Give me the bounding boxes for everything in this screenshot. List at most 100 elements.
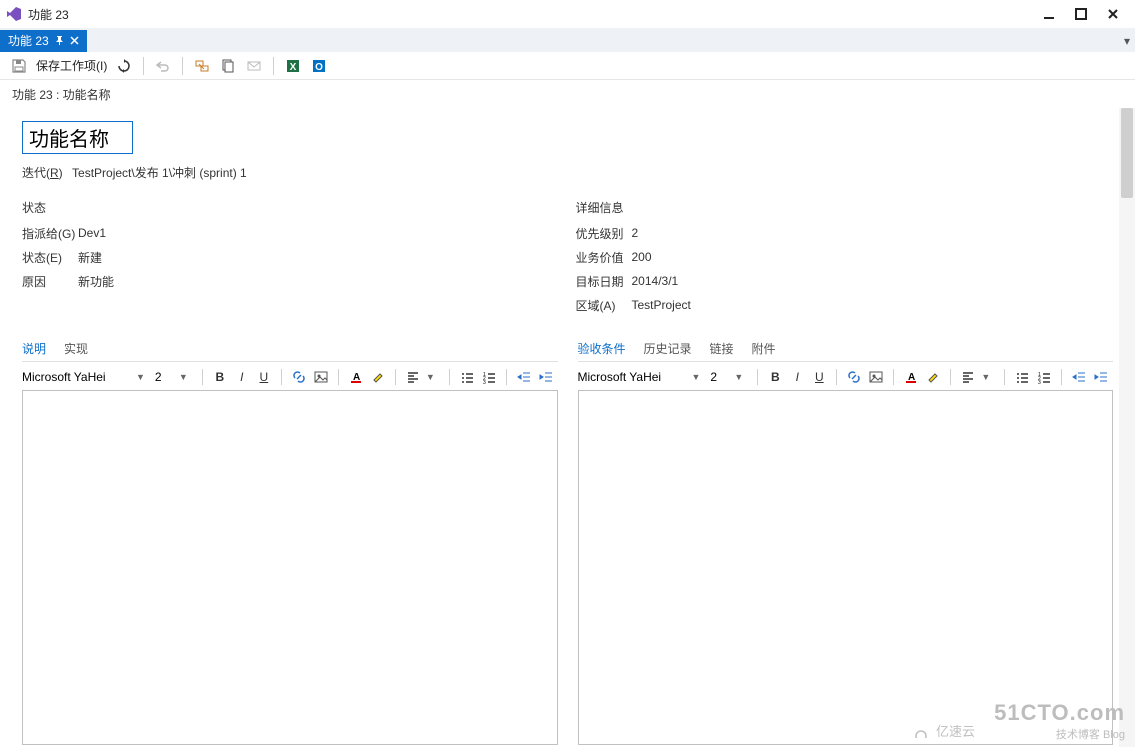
status-section: 状态 指派给(G) Dev1 状态(E) 新建 原因 新功能: [22, 199, 560, 318]
svg-text:X: X: [290, 62, 297, 73]
window-title: 功能 23: [28, 6, 69, 23]
highlight-button[interactable]: [924, 368, 942, 386]
field-label: 原因: [22, 273, 78, 290]
highlight-button[interactable]: [369, 368, 387, 386]
work-item-toolbar: 保存工作项(I) X O: [0, 52, 1135, 80]
target-date-field[interactable]: 目标日期 2014/3/1: [576, 270, 1114, 292]
business-value-field[interactable]: 业务价值 200: [576, 246, 1114, 268]
description-editor[interactable]: [22, 390, 558, 745]
indent-button[interactable]: [1092, 368, 1110, 386]
editor-toolbar-left: ▼ ▼ B I U A ▼ 123: [22, 362, 558, 390]
separator: [506, 369, 507, 385]
bullet-list-button[interactable]: [1013, 368, 1031, 386]
underline-button[interactable]: U: [810, 368, 828, 386]
chevron-down-icon[interactable]: ▼: [426, 372, 435, 382]
image-button[interactable]: [867, 368, 885, 386]
email-icon[interactable]: [245, 57, 263, 75]
tab-acceptance[interactable]: 验收条件: [578, 340, 626, 357]
svg-text:O: O: [315, 62, 323, 73]
tab-description[interactable]: 说明: [22, 340, 46, 357]
assigned-to-field[interactable]: 指派给(G) Dev1: [22, 222, 560, 244]
outlook-icon[interactable]: O: [310, 57, 328, 75]
separator: [1061, 369, 1062, 385]
font-size-select[interactable]: [710, 370, 730, 384]
refresh-icon[interactable]: [115, 57, 133, 75]
excel-icon[interactable]: X: [284, 57, 302, 75]
field-label: 目标日期: [576, 273, 632, 290]
state-value[interactable]: 新建: [78, 249, 102, 266]
underline-button[interactable]: U: [255, 368, 273, 386]
hyperlink-button[interactable]: [290, 368, 308, 386]
minimize-button[interactable]: [1033, 2, 1065, 26]
pin-icon[interactable]: [55, 36, 64, 45]
field-label: 指派给(G): [22, 225, 78, 242]
acceptance-editor[interactable]: [578, 390, 1114, 745]
font-family-select[interactable]: [22, 370, 132, 384]
tab-attachments[interactable]: 附件: [752, 340, 776, 357]
field-label: 区域(A): [576, 297, 632, 314]
font-color-button[interactable]: A: [902, 368, 920, 386]
iteration-label: 迭代(R): [22, 166, 63, 180]
font-size-select[interactable]: [155, 370, 175, 384]
tab-dropdown-icon[interactable]: ▾: [1119, 33, 1135, 49]
italic-button[interactable]: I: [233, 368, 251, 386]
title-input[interactable]: [22, 121, 133, 154]
chevron-down-icon[interactable]: ▼: [136, 372, 145, 382]
chevron-down-icon[interactable]: ▼: [692, 372, 701, 382]
toolbar-separator: [273, 57, 274, 75]
outdent-button[interactable]: [515, 368, 533, 386]
close-icon[interactable]: [70, 36, 79, 45]
save-button-label[interactable]: 保存工作项(I): [36, 57, 107, 74]
tab-implementation[interactable]: 实现: [64, 340, 88, 357]
font-color-button[interactable]: A: [347, 368, 365, 386]
reason-value[interactable]: 新功能: [78, 273, 114, 290]
area-field[interactable]: 区域(A) TestProject: [576, 294, 1114, 316]
assigned-to-value[interactable]: Dev1: [78, 226, 106, 240]
chevron-down-icon[interactable]: ▼: [981, 372, 990, 382]
align-button[interactable]: [404, 368, 422, 386]
undo-icon[interactable]: [154, 57, 172, 75]
description-panel: 说明 实现 ▼ ▼ B I U A ▼ 123: [22, 318, 558, 745]
save-icon[interactable]: [10, 57, 28, 75]
indent-button[interactable]: [537, 368, 555, 386]
work-item-form: 迭代(R) TestProject\发布 1\冲刺 (sprint) 1 状态 …: [0, 109, 1135, 748]
target-date-value[interactable]: 2014/3/1: [632, 274, 679, 288]
bold-button[interactable]: B: [211, 368, 229, 386]
maximize-button[interactable]: [1065, 2, 1097, 26]
italic-button[interactable]: I: [788, 368, 806, 386]
bold-button[interactable]: B: [766, 368, 784, 386]
iteration-value[interactable]: TestProject\发布 1\冲刺 (sprint) 1: [72, 166, 247, 180]
state-field[interactable]: 状态(E) 新建: [22, 246, 560, 268]
field-label: 状态(E): [22, 249, 78, 266]
font-family-select[interactable]: [578, 370, 688, 384]
align-button[interactable]: [959, 368, 977, 386]
separator: [281, 369, 282, 385]
image-button[interactable]: [312, 368, 330, 386]
separator: [338, 369, 339, 385]
tab-links[interactable]: 链接: [710, 340, 734, 357]
priority-field[interactable]: 优先级别 2: [576, 222, 1114, 244]
area-value[interactable]: TestProject: [632, 298, 691, 312]
priority-value[interactable]: 2: [632, 226, 639, 240]
hyperlink-button[interactable]: [845, 368, 863, 386]
window-titlebar: 功能 23: [0, 0, 1135, 28]
iteration-field[interactable]: 迭代(R) TestProject\发布 1\冲刺 (sprint) 1: [22, 164, 1113, 181]
number-list-button[interactable]: 123: [480, 368, 498, 386]
copy-icon[interactable]: [219, 57, 237, 75]
separator: [757, 369, 758, 385]
business-value-value[interactable]: 200: [632, 250, 652, 264]
toolbar-separator: [143, 57, 144, 75]
document-tab[interactable]: 功能 23: [0, 30, 87, 52]
chevron-down-icon[interactable]: ▼: [734, 372, 743, 382]
tab-label: 功能 23: [8, 32, 49, 49]
tab-history[interactable]: 历史记录: [644, 340, 692, 357]
bullet-list-button[interactable]: [458, 368, 476, 386]
reason-field[interactable]: 原因 新功能: [22, 270, 560, 292]
outdent-button[interactable]: [1070, 368, 1088, 386]
separator: [893, 369, 894, 385]
acceptance-panel: 验收条件 历史记录 链接 附件 ▼ ▼ B I U A ▼: [578, 318, 1114, 745]
close-button[interactable]: [1097, 2, 1129, 26]
link-icon[interactable]: [193, 57, 211, 75]
chevron-down-icon[interactable]: ▼: [179, 372, 188, 382]
number-list-button[interactable]: 123: [1035, 368, 1053, 386]
